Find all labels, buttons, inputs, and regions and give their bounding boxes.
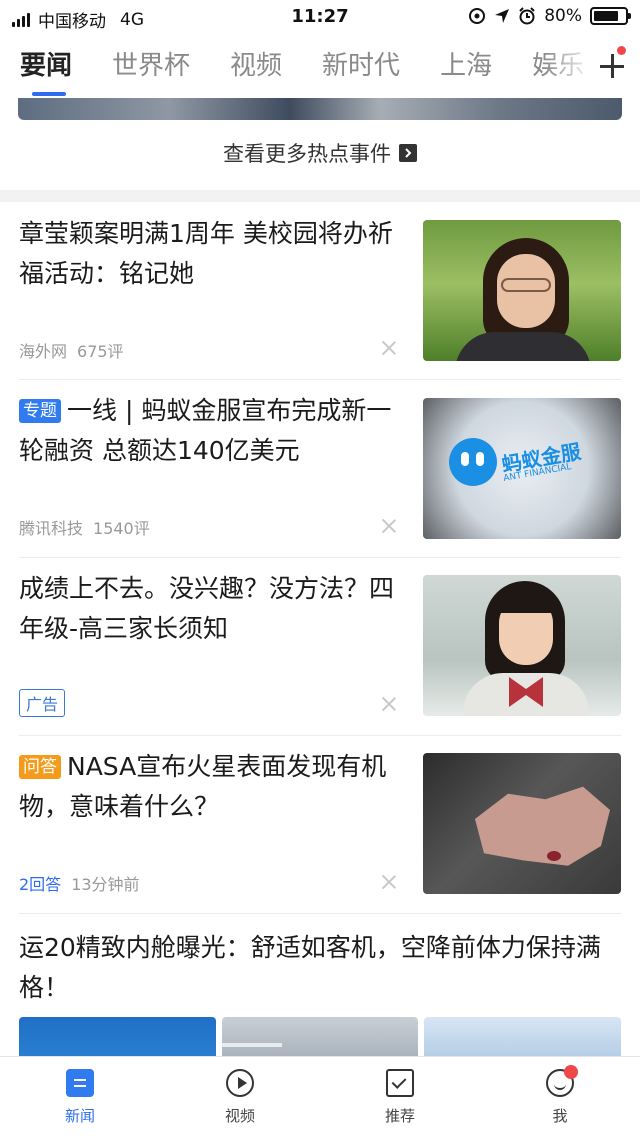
tab-label: 世界杯 xyxy=(112,51,191,81)
recommend-icon xyxy=(386,1069,414,1097)
tab-label: 视频 xyxy=(230,51,283,81)
news-icon xyxy=(66,1069,94,1097)
alarm-icon xyxy=(519,7,535,25)
bottom-nav: 新闻 视频 推荐 我 xyxy=(0,1056,640,1138)
nav-label: 视频 xyxy=(224,1107,255,1125)
nav-label: 新闻 xyxy=(64,1107,95,1125)
qa-item[interactable]: 问答 NASA宣布火星表面发现有机物，意味着什么？ 2回答 13分钟前 xyxy=(0,736,640,913)
battery-level xyxy=(594,11,618,21)
tab-video[interactable]: 视频 xyxy=(210,34,302,98)
answer-count: 2回答 xyxy=(19,875,62,894)
news-thumbnail[interactable]: 蚂蚁金服 ANT FINANCIAL xyxy=(423,398,621,539)
comment-count: 1540评 xyxy=(93,519,150,538)
nav-me[interactable]: 我 xyxy=(480,1057,640,1138)
news-image[interactable] xyxy=(424,1017,622,1057)
status-right: 80% xyxy=(468,6,631,26)
tab-label: 要闻 xyxy=(20,51,73,81)
tab-shanghai[interactable]: 上海 xyxy=(420,34,512,98)
plus-icon-vertical xyxy=(610,54,614,78)
battery-percent: 80% xyxy=(544,6,582,26)
news-title-text: NASA宣布火星表面发现有机物，意味着什么？ xyxy=(19,752,387,821)
location-lock-icon xyxy=(469,8,486,24)
status-bar: 中国移动 4G 11:27 80% xyxy=(0,0,640,34)
nav-label: 推荐 xyxy=(384,1107,415,1125)
news-thumbnail[interactable] xyxy=(423,753,621,894)
nav-label: 我 xyxy=(552,1107,568,1125)
news-title[interactable]: 章莹颖案明满1周年 美校园将办祈福活动：铭记她 xyxy=(19,214,399,294)
news-meta: 2回答 13分钟前 xyxy=(19,871,140,895)
nav-recommend[interactable]: 推荐 xyxy=(320,1057,480,1138)
location-arrow-icon xyxy=(495,9,510,23)
dismiss-icon[interactable] xyxy=(380,695,398,713)
more-hot-events-label: 查看更多热点事件 xyxy=(223,142,391,166)
news-source: 海外网 xyxy=(19,342,68,361)
active-tab-indicator xyxy=(32,92,66,96)
tab-label: 新时代 xyxy=(322,51,401,81)
news-source: 腾讯科技 xyxy=(19,519,84,538)
news-title-text: 一线 | 蚂蚁金服宣布完成新一轮融资 总额达140亿美元 xyxy=(19,396,392,465)
news-thumbnail[interactable] xyxy=(423,575,621,716)
tab-label: 上海 xyxy=(440,51,493,81)
battery-icon xyxy=(590,7,631,25)
arrow-right-icon xyxy=(399,144,417,162)
news-title[interactable]: 问答 NASA宣布火星表面发现有机物，意味着什么？ xyxy=(19,747,399,827)
dismiss-icon[interactable] xyxy=(380,339,398,357)
news-item[interactable]: 专题 一线 | 蚂蚁金服宣布完成新一轮融资 总额达140亿美元 蚂蚁金服 ANT … xyxy=(0,380,640,557)
tab-world-cup[interactable]: 世界杯 xyxy=(92,34,210,98)
news-image-row[interactable] xyxy=(19,1017,622,1057)
news-thumbnail[interactable] xyxy=(423,220,621,361)
more-hot-events-link[interactable]: 查看更多热点事件 xyxy=(0,138,640,168)
qa-tag: 问答 xyxy=(19,755,61,779)
nav-video[interactable]: 视频 xyxy=(160,1057,320,1138)
news-meta: 海外网 675评 xyxy=(19,338,124,362)
notification-dot xyxy=(617,46,626,55)
notification-dot xyxy=(564,1065,578,1079)
add-channel-button[interactable] xyxy=(584,34,640,98)
news-meta: 腾讯科技 1540评 xyxy=(19,515,150,539)
tab-yaowen[interactable]: 要闻 xyxy=(0,34,92,98)
news-image[interactable] xyxy=(19,1017,216,1057)
hot-event-banner-image[interactable] xyxy=(18,98,622,120)
divider xyxy=(19,913,621,914)
section-separator xyxy=(0,190,640,202)
news-image[interactable] xyxy=(221,1017,419,1057)
dismiss-icon[interactable] xyxy=(380,873,398,891)
ant-logo-icon xyxy=(449,438,497,486)
ad-item[interactable]: 成绩上不去。没兴趣？没方法？四年级-高三家长须知 广告 xyxy=(0,558,640,735)
news-title[interactable]: 成绩上不去。没兴趣？没方法？四年级-高三家长须知 xyxy=(19,569,399,649)
comment-count: 675评 xyxy=(77,342,124,361)
nav-news[interactable]: 新闻 xyxy=(0,1057,160,1138)
news-meta: 广告 xyxy=(19,689,66,717)
post-time: 13分钟前 xyxy=(71,875,140,894)
news-title[interactable]: 运20精致内舱曝光：舒适如客机，空降前体力保持满格！ xyxy=(19,928,619,1008)
news-item[interactable]: 章莹颖案明满1周年 美校园将办祈福活动：铭记她 海外网 675评 xyxy=(0,202,640,379)
video-play-icon xyxy=(226,1069,254,1097)
tab-new-era[interactable]: 新时代 xyxy=(302,34,420,98)
news-title[interactable]: 专题 一线 | 蚂蚁金服宣布完成新一轮融资 总额达140亿美元 xyxy=(19,391,399,471)
dismiss-icon[interactable] xyxy=(380,517,398,535)
topic-tag: 专题 xyxy=(19,399,61,423)
ad-badge: 广告 xyxy=(19,689,66,717)
